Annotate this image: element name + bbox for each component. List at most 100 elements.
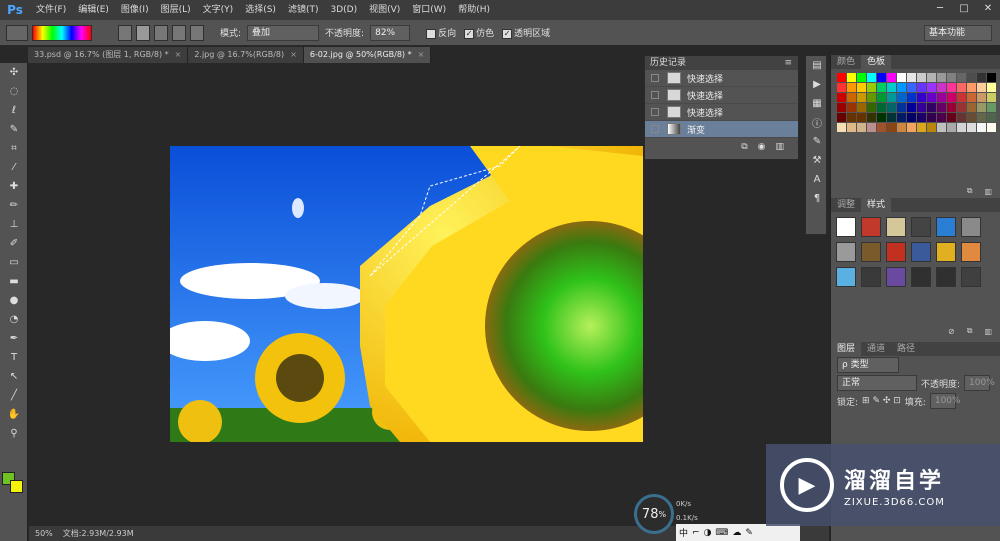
punctuation-icon[interactable]: ⌐ — [692, 528, 700, 538]
marquee-icon[interactable]: ◌ — [0, 82, 28, 101]
gradient-icon[interactable]: ▬ — [0, 272, 28, 291]
style-preset[interactable] — [911, 267, 931, 287]
move-icon[interactable]: ✣ — [0, 63, 28, 82]
network-speed-widget[interactable]: 78% — [634, 494, 674, 534]
tab-layers[interactable]: 图层 — [831, 342, 862, 356]
paragraph-panel-icon[interactable]: ¶ — [806, 189, 828, 208]
dodge-icon[interactable]: ◔ — [0, 310, 28, 329]
trash-icon[interactable]: ▥ — [775, 142, 784, 152]
layer-comps-icon[interactable]: ▦ — [806, 94, 828, 113]
lasso-icon[interactable]: ℓ — [0, 101, 28, 120]
history-row-selected[interactable]: 渐变 — [645, 121, 798, 138]
radial-gradient-icon[interactable] — [136, 24, 150, 41]
clone-source-icon[interactable]: ⚒ — [806, 151, 828, 170]
tab-swatches[interactable]: 色板 — [861, 55, 892, 69]
close-button[interactable]: ✕ — [976, 0, 1000, 20]
color-swatch[interactable] — [987, 103, 996, 112]
style-preset[interactable] — [961, 242, 981, 262]
history-checkbox[interactable] — [651, 74, 659, 82]
history-row[interactable]: 快速选择 — [645, 70, 798, 87]
color-swatch[interactable] — [987, 113, 996, 122]
color-swatch[interactable] — [897, 83, 906, 92]
color-swatch[interactable] — [937, 83, 946, 92]
style-preset[interactable] — [936, 242, 956, 262]
reflected-gradient-icon[interactable] — [172, 24, 186, 41]
healing-icon[interactable]: ✚ — [0, 177, 28, 196]
close-tab-icon[interactable]: × — [290, 50, 297, 59]
color-swatch[interactable] — [897, 93, 906, 102]
quick-select-icon[interactable]: ✎ — [0, 120, 28, 139]
color-swatch[interactable] — [927, 103, 936, 112]
color-swatch[interactable] — [967, 103, 976, 112]
color-swatch[interactable] — [877, 103, 886, 112]
character-panel-icon[interactable]: A — [806, 170, 828, 189]
color-swatch[interactable] — [857, 93, 866, 102]
menu-3d[interactable]: 3D(D) — [324, 0, 363, 20]
color-swatch[interactable] — [887, 123, 896, 132]
maximize-button[interactable]: □ — [952, 0, 976, 20]
color-swatch[interactable] — [837, 113, 846, 122]
tab-2-jpg[interactable]: 2.jpg @ 16.7%(RGB/8) × — [188, 47, 304, 63]
style-preset[interactable] — [961, 217, 981, 237]
lock-icon[interactable]: ⊞ ✎ ✣ ⊡ — [862, 396, 901, 406]
zoom-level[interactable]: 50% — [35, 526, 53, 541]
color-swatch[interactable] — [927, 83, 936, 92]
color-swatch[interactable] — [977, 73, 986, 82]
color-swatch[interactable] — [927, 113, 936, 122]
color-swatch[interactable] — [887, 83, 896, 92]
tab-paths[interactable]: 路径 — [891, 342, 921, 356]
color-swatch[interactable] — [927, 73, 936, 82]
half-width-icon[interactable]: ◑ — [704, 528, 712, 538]
color-swatch[interactable] — [877, 73, 886, 82]
crop-icon[interactable]: ⌗ — [0, 139, 28, 158]
workspace-select[interactable]: 基本功能 — [924, 25, 992, 41]
history-checkbox[interactable] — [651, 91, 659, 99]
fill-input[interactable]: 100% — [929, 393, 961, 409]
history-checkbox[interactable] — [651, 108, 659, 116]
color-swatch[interactable] — [857, 73, 866, 82]
brush-icon[interactable]: ✏ — [0, 196, 28, 215]
dither-checkbox[interactable]: ✓ 仿色 — [462, 26, 496, 39]
color-swatch[interactable] — [937, 123, 946, 132]
layer-kind-select[interactable]: ρ 类型 — [837, 357, 899, 373]
tab-styles[interactable]: 样式 — [861, 198, 892, 212]
keyboard-icon[interactable]: ⌨ — [715, 528, 728, 538]
color-swatch[interactable] — [957, 113, 966, 122]
close-tab-icon[interactable]: × — [175, 50, 182, 59]
close-tab-icon[interactable]: × — [418, 50, 425, 59]
minimize-button[interactable]: ─ — [928, 0, 952, 20]
color-swatch[interactable] — [867, 93, 876, 102]
menu-select[interactable]: 选择(S) — [239, 0, 282, 20]
color-swatch[interactable] — [927, 93, 936, 102]
color-swatch[interactable] — [917, 83, 926, 92]
menu-help[interactable]: 帮助(H) — [452, 0, 496, 20]
color-swatch[interactable] — [987, 83, 996, 92]
blur-icon[interactable]: ● — [0, 291, 28, 310]
linear-gradient-icon[interactable] — [118, 24, 132, 41]
color-swatch[interactable] — [897, 123, 906, 132]
style-preset[interactable] — [886, 267, 906, 287]
color-swatch[interactable] — [887, 73, 896, 82]
color-swatch[interactable] — [957, 93, 966, 102]
new-swatch-icon[interactable]: ⧉ — [967, 186, 973, 196]
color-swatch[interactable] — [877, 93, 886, 102]
history-checkbox[interactable] — [651, 125, 659, 133]
background-color-swatch[interactable] — [10, 480, 23, 493]
tab-channels[interactable]: 通道 — [861, 342, 891, 356]
layer-opacity-input[interactable]: 100% — [964, 375, 995, 391]
color-swatch[interactable] — [947, 123, 956, 132]
style-preset[interactable] — [961, 267, 981, 287]
style-preset[interactable] — [836, 267, 856, 287]
trash-icon[interactable]: ▥ — [984, 327, 992, 336]
settings-icon[interactable]: ✎ — [745, 528, 753, 538]
color-swatch[interactable] — [897, 103, 906, 112]
style-preset[interactable] — [886, 242, 906, 262]
color-swatch[interactable] — [867, 73, 876, 82]
gradient-picker[interactable] — [32, 24, 92, 41]
color-swatch[interactable] — [957, 123, 966, 132]
style-preset[interactable] — [861, 242, 881, 262]
color-swatch[interactable] — [977, 123, 986, 132]
tab-33-psd[interactable]: 33.psd @ 16.7% (图层 1, RGB/8) * × — [28, 47, 189, 63]
color-swatch[interactable] — [847, 123, 856, 132]
color-swatch[interactable] — [847, 73, 856, 82]
